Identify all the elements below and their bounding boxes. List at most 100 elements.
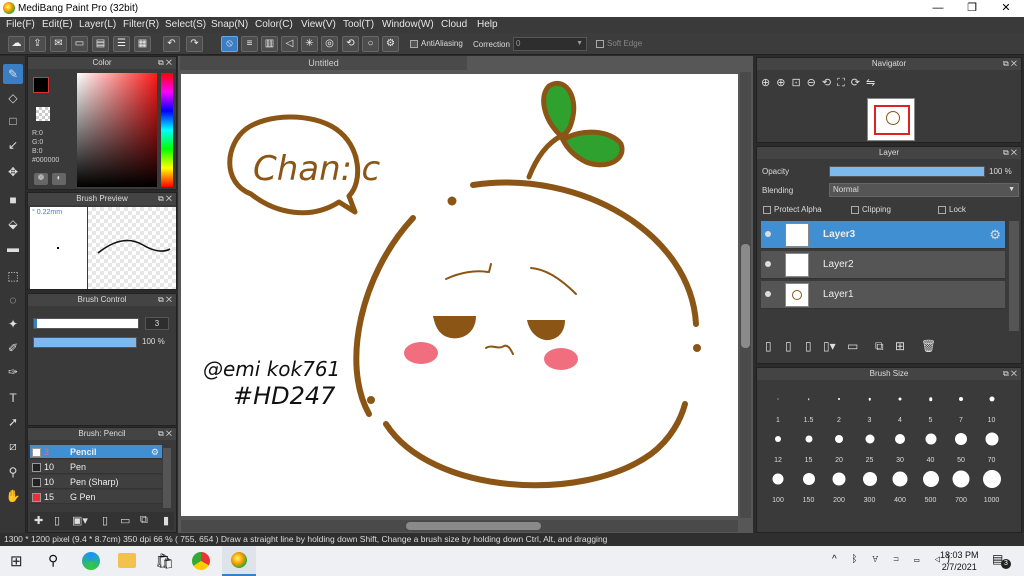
- layer-row-layer1[interactable]: Layer1: [761, 281, 1005, 309]
- new-layer-icon[interactable]: ▯: [765, 339, 772, 353]
- vertical-scrollbar[interactable]: [740, 72, 751, 518]
- menu-window[interactable]: Window(W): [382, 19, 434, 30]
- folder-icon[interactable]: ▭: [847, 339, 858, 353]
- operation-tool-icon[interactable]: ➚: [3, 412, 23, 432]
- brush-item-g-pen[interactable]: 15 G Pen: [30, 490, 162, 504]
- new-8bit-layer-icon[interactable]: ▯: [805, 339, 812, 353]
- menu-filter[interactable]: Filter(R): [123, 19, 159, 30]
- document-icon[interactable]: ▤: [92, 36, 109, 52]
- brush-size-option[interactable]: 7: [946, 386, 976, 424]
- brush-size-option[interactable]: 1.5: [794, 386, 824, 424]
- menu-view[interactable]: View(V): [301, 19, 336, 30]
- folder-icon[interactable]: ▭: [120, 514, 130, 527]
- close-icon[interactable]: ⧉ ✕: [1003, 147, 1017, 159]
- visibility-icon[interactable]: [765, 291, 771, 297]
- trash-icon[interactable]: 🗑: [921, 339, 936, 353]
- menu-edit[interactable]: Edit(E): [42, 19, 73, 30]
- circle-snap-icon[interactable]: ◎: [321, 36, 338, 52]
- vanishing-point-snap-icon[interactable]: ◁: [281, 36, 298, 52]
- layer-scrollbar[interactable]: [1009, 221, 1019, 331]
- lasso-tool-icon[interactable]: ◌: [3, 290, 23, 310]
- palette-icon[interactable]: ❁: [34, 173, 48, 185]
- clipping-toggle[interactable]: Clipping: [851, 205, 891, 214]
- close-icon[interactable]: ⧉ ✕: [1003, 368, 1017, 380]
- actual-size-icon[interactable]: ⊡: [791, 77, 806, 89]
- zoom-in-icon[interactable]: ⊕: [776, 77, 791, 89]
- file-explorer-icon[interactable]: [118, 553, 136, 568]
- soft-edge-toggle[interactable]: Soft Edge: [596, 39, 642, 48]
- brush-size-option[interactable]: 70: [977, 426, 1007, 464]
- brush-size-option[interactable]: 1000: [977, 466, 1007, 504]
- flip-icon[interactable]: ⇋: [866, 77, 881, 89]
- windows-start-icon[interactable]: ⊞: [10, 552, 23, 570]
- brush-item-pen[interactable]: 10 Pen: [30, 460, 162, 474]
- antialiasing-toggle[interactable]: AntiAliasing: [410, 39, 463, 48]
- select-eraser-tool-icon[interactable]: ✑: [3, 362, 23, 382]
- layer-row-layer2[interactable]: Layer2: [761, 251, 1005, 279]
- main-color-swatch[interactable]: [33, 77, 49, 93]
- new-halftone-layer-icon[interactable]: ▯: [785, 339, 792, 353]
- blending-select[interactable]: Normal ▼: [829, 183, 1019, 197]
- hand-tool-icon[interactable]: ✋: [3, 486, 23, 506]
- scroll-handle-icon[interactable]: ▮: [163, 514, 169, 527]
- move-tool-icon[interactable]: ↙: [3, 135, 23, 155]
- brush-size-option[interactable]: 400: [885, 466, 915, 504]
- correction-select[interactable]: 0 ▼: [513, 37, 587, 51]
- brush-size-field[interactable]: 3: [145, 317, 169, 330]
- ellipse-snap-icon[interactable]: ○: [362, 36, 379, 52]
- bucket-tool-icon[interactable]: ⬙: [3, 214, 23, 234]
- menu-file[interactable]: File(F): [6, 19, 35, 30]
- hue-slider[interactable]: [161, 73, 173, 187]
- clock[interactable]: 18:03 PM 2/7/2021: [940, 549, 979, 573]
- brush-size-option[interactable]: 30: [885, 426, 915, 464]
- merge-layer-icon[interactable]: ⊞: [895, 339, 905, 353]
- brush-size-option[interactable]: 15: [794, 426, 824, 464]
- lock-toggle[interactable]: Lock: [938, 205, 966, 214]
- select-pen-tool-icon[interactable]: ✐: [3, 338, 23, 358]
- document-tab[interactable]: Untitled: [180, 56, 467, 70]
- menu-select[interactable]: Select(S): [165, 19, 206, 30]
- minimize-button[interactable]: —: [921, 0, 955, 17]
- close-icon[interactable]: ⧉ ✕: [158, 57, 172, 69]
- drawing-canvas[interactable]: Chan:'c @emi kok761 #HD247: [181, 74, 738, 516]
- brush-size-option[interactable]: 20: [824, 426, 854, 464]
- close-button[interactable]: ✕: [989, 0, 1023, 17]
- rotate-right-icon[interactable]: ⟳: [851, 77, 866, 89]
- navigator-thumbnail[interactable]: [867, 98, 915, 141]
- close-icon[interactable]: ⧉ ✕: [158, 193, 172, 205]
- brush-size-option[interactable]: 100: [763, 466, 793, 504]
- saturation-value-picker[interactable]: [77, 73, 157, 187]
- transparent-swatch[interactable]: [36, 107, 50, 121]
- vertical-scroll-thumb[interactable]: [741, 244, 750, 348]
- brush-size-option[interactable]: 500: [916, 466, 946, 504]
- cloud-icon[interactable]: ☁: [8, 36, 25, 52]
- brush-size-option[interactable]: 150: [794, 466, 824, 504]
- gear-icon[interactable]: ⚙: [989, 227, 1001, 243]
- brush-size-option[interactable]: 700: [946, 466, 976, 504]
- crisscross-snap-icon[interactable]: ▥: [261, 36, 278, 52]
- brush-size-option[interactable]: 1: [763, 386, 793, 424]
- duplicate-layer-icon[interactable]: ⧉: [875, 339, 884, 354]
- brush-size-option[interactable]: 2: [824, 386, 854, 424]
- visibility-icon[interactable]: [765, 261, 771, 267]
- brush-size-option[interactable]: 5: [916, 386, 946, 424]
- dot-tool-icon[interactable]: □: [3, 111, 23, 131]
- fill-rect-tool-icon[interactable]: ■: [3, 190, 23, 210]
- brush-size-option[interactable]: 3: [855, 386, 885, 424]
- close-icon[interactable]: ⧉ ✕: [1003, 58, 1017, 70]
- rotate-left-icon[interactable]: ⟲: [822, 77, 837, 89]
- brush-tool-icon[interactable]: ✎: [3, 64, 23, 84]
- eraser-tool-icon[interactable]: ◇: [3, 88, 23, 108]
- zoom-out-icon[interactable]: ⊖: [807, 77, 822, 89]
- close-icon[interactable]: ⧉ ✕: [158, 294, 172, 306]
- chrome-icon[interactable]: [192, 552, 210, 570]
- grid-icon[interactable]: ▦: [134, 36, 151, 52]
- brush-size-option[interactable]: 300: [855, 466, 885, 504]
- parallel-snap-icon[interactable]: ≡: [241, 36, 258, 52]
- curve-snap-icon[interactable]: ⟲: [342, 36, 359, 52]
- share-icon[interactable]: ⇪: [29, 36, 46, 52]
- brush-opacity-slider[interactable]: [33, 337, 137, 348]
- medibang-taskbar-button[interactable]: [222, 546, 256, 576]
- menu-layer[interactable]: Layer(L): [79, 19, 116, 30]
- brush-list-scrollbar[interactable]: [163, 448, 171, 508]
